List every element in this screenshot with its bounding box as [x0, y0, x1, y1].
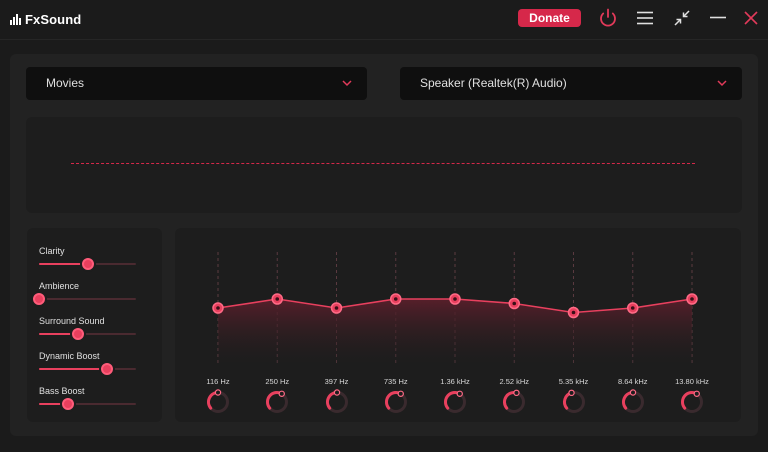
effect-slider-row: Surround Sound [39, 316, 139, 346]
logo-bars-icon [10, 13, 22, 25]
eq-band-frequency-label: 116 Hz [206, 377, 230, 386]
spectrum-visualizer [26, 117, 742, 213]
minimize-icon[interactable] [706, 6, 730, 30]
effect-slider-track[interactable] [39, 398, 136, 410]
eq-band-handle-center [216, 306, 220, 310]
effect-slider-handle[interactable] [62, 398, 75, 410]
eq-band-handle-center [453, 297, 457, 301]
eq-band-frequency-label: 13.80 kHz [675, 377, 709, 386]
eq-band-handle-center [393, 297, 398, 301]
effect-slider-fill [39, 263, 88, 265]
eq-band-frequency-label: 735 Hz [383, 377, 408, 386]
eq-band-knob[interactable] [678, 388, 706, 416]
effect-slider-handle[interactable] [100, 363, 113, 375]
chevron-down-icon [342, 80, 352, 87]
donate-button[interactable]: Donate [518, 9, 581, 27]
effect-slider-handle[interactable] [71, 328, 84, 340]
eq-band-knob[interactable] [500, 388, 528, 416]
effect-slider-row: Clarity [39, 246, 139, 276]
effect-slider-fill [39, 368, 107, 370]
title-bar: FxSound Donate [0, 0, 768, 40]
visualizer-baseline [71, 163, 695, 164]
effects-panel: Clarity Ambience Surround Sound Dynamic Boo… [27, 228, 162, 422]
eq-band-frequency-label: 1.36 kHz [440, 377, 470, 386]
app-logo: FxSound [10, 10, 81, 28]
eq-band-frequency-label: 397 Hz [324, 377, 349, 386]
eq-band-frequency-label: 2.52 kHz [499, 377, 530, 386]
effect-slider-handle[interactable] [33, 293, 45, 305]
output-device-dropdown[interactable]: Speaker (Realtek(R) Audio) [400, 67, 742, 100]
close-icon[interactable] [739, 6, 763, 30]
effect-label: Surround Sound [39, 316, 105, 326]
effect-slider-row: Bass Boost [39, 386, 139, 416]
effect-slider-handle[interactable] [81, 258, 94, 270]
eq-band-knob[interactable] [441, 388, 469, 416]
eq-band-handle-center [275, 297, 280, 301]
chevron-down-icon [717, 80, 727, 87]
effect-slider-row: Dynamic Boost [39, 351, 139, 381]
eq-band-frequency-label: 250 Hz [265, 377, 290, 386]
effect-label: Bass Boost [39, 386, 85, 396]
eq-band-knob[interactable] [204, 388, 232, 416]
effect-label: Clarity [39, 246, 65, 256]
eq-band-handle-center [334, 306, 339, 310]
eq-band-knob[interactable] [382, 388, 410, 416]
eq-band-knob[interactable] [263, 388, 291, 416]
effect-slider-track[interactable] [39, 363, 136, 375]
effect-slider-track[interactable] [33, 293, 136, 305]
eq-band-knob[interactable] [560, 388, 588, 416]
eq-band-handle-center [512, 301, 517, 306]
collapse-arrows-icon[interactable] [670, 6, 694, 30]
effect-slider-track[interactable] [39, 328, 136, 340]
eq-band-frequency-label: 8.64 kHz [617, 377, 648, 386]
eq-band-handle-center [690, 297, 694, 301]
output-device-selected-label: Speaker (Realtek(R) Audio) [420, 76, 567, 90]
logo-text: FxSound [25, 11, 82, 27]
preset-selected-label: Movies [46, 76, 85, 90]
eq-band-handle-center [571, 310, 576, 315]
equalizer-panel: 116 Hz 250 Hz 397 Hz 735 Hz 1.36 kHz 2.52 kHz… [175, 228, 741, 422]
power-icon[interactable] [596, 6, 620, 30]
effect-label: Ambience [39, 281, 80, 291]
hamburger-menu-icon[interactable] [633, 6, 657, 30]
preset-dropdown[interactable]: Movies [26, 67, 367, 100]
eq-band-knob[interactable] [619, 388, 647, 416]
effect-label: Dynamic Boost [39, 351, 100, 361]
effect-slider-track[interactable] [39, 258, 136, 270]
eq-band-handle-center [630, 306, 635, 310]
eq-band-frequency-label: 5.35 kHz [558, 377, 589, 386]
eq-band-knob[interactable] [323, 388, 351, 416]
effect-slider-row: Ambience [33, 281, 139, 311]
